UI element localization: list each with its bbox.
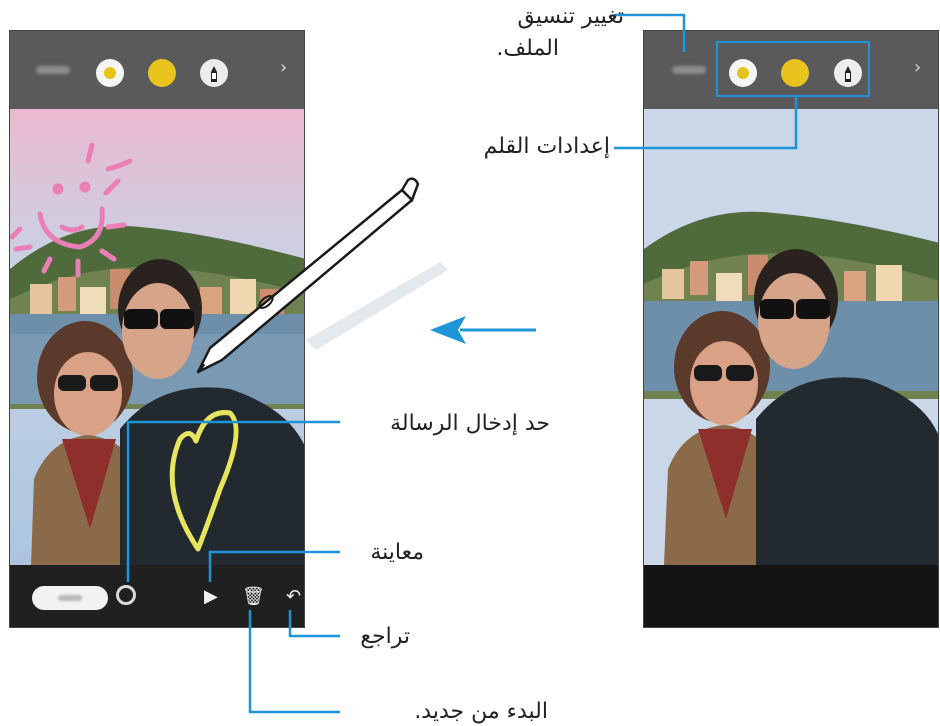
callout-line-start-over	[248, 610, 340, 714]
label-pen-settings: إعدادات القلم	[483, 134, 610, 159]
callout-line-pen-settings	[614, 96, 798, 150]
label-change-file-format-line1: تغيير تنسيق	[517, 4, 624, 29]
label-message-input-limit: حد إدخال الرسالة	[390, 411, 550, 436]
label-start-over: البدء من جديد.	[414, 699, 548, 724]
label-preview: معاينة	[370, 540, 424, 565]
callout-line-input-limit	[126, 420, 340, 426]
s-pen-icon	[196, 177, 448, 374]
annotation-overlay	[126, 13, 798, 714]
direction-arrow-icon	[430, 316, 536, 344]
callout-line-undo	[288, 610, 340, 638]
label-undo: تراجع	[360, 624, 410, 649]
label-change-file-format-line2: الملف.	[496, 36, 559, 61]
callout-line-file-format	[614, 13, 686, 52]
callout-line-preview	[208, 550, 340, 582]
